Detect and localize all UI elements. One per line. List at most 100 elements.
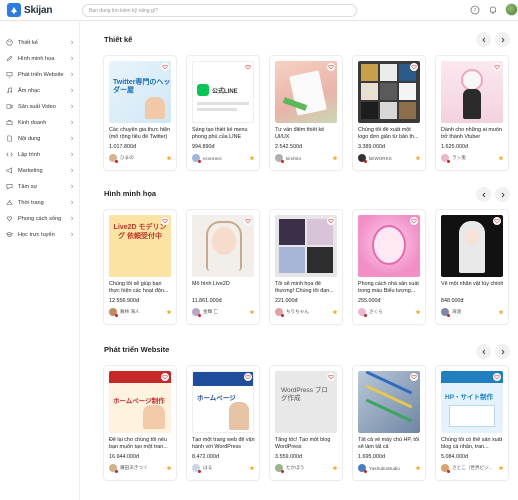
heart-icon bbox=[411, 64, 417, 70]
star-icon bbox=[415, 155, 421, 161]
service-title[interactable]: Tôi sẽ minh họa để thương! Chúng tôi đan… bbox=[275, 281, 338, 295]
chevron-left-icon bbox=[481, 37, 485, 42]
favorite-button[interactable] bbox=[161, 217, 169, 225]
service-title[interactable]: Phong cách nhà sản xuất trong màu Biểu t… bbox=[358, 281, 421, 295]
favorite-button[interactable] bbox=[244, 217, 252, 225]
service-thumbnail bbox=[441, 215, 503, 277]
chevron-left-icon bbox=[481, 192, 485, 197]
service-title[interactable]: Dành cho những ai muốn trở thành Vtuber bbox=[441, 127, 504, 141]
sidebar-item-marketing[interactable]: Marketing bbox=[0, 163, 80, 178]
seller-info[interactable]: ちりちゃん bbox=[275, 308, 309, 317]
service-card[interactable]: Mô hình Live2D 11.861.000đ 金輝 匚 bbox=[187, 210, 259, 324]
seller-info[interactable]: 鎌田あきつゞ bbox=[109, 464, 148, 473]
favorite-button[interactable] bbox=[410, 373, 418, 381]
service-card[interactable]: Twitter専門のヘッダー屋 Các chuyên gia thực hiện… bbox=[104, 56, 176, 170]
carousel-prev-button[interactable] bbox=[476, 187, 491, 202]
service-card[interactable]: Vẽ một nhân vật tùy chỉnh 848.000đ 海渡 bbox=[436, 210, 508, 324]
service-card[interactable]: Live2D モデリング 依頼受付中 Chúng tôi sẽ giúp bạn… bbox=[104, 210, 176, 324]
service-card[interactable]: Phong cách nhà sản xuất trong màu Biểu t… bbox=[353, 210, 425, 324]
sidebar-item-fashion[interactable]: Thời trang bbox=[0, 195, 80, 210]
top-header: Skijan ? bbox=[0, 0, 518, 21]
service-card[interactable]: WordPress ブログ作成 Tăng tốc! Tạo một blog W… bbox=[270, 366, 342, 480]
app-logo[interactable]: Skijan bbox=[7, 3, 52, 17]
carousel-prev-button[interactable] bbox=[476, 344, 491, 359]
service-card[interactable]: Dành cho những ai muốn trở thành Vtuber … bbox=[436, 56, 508, 170]
seller-info[interactable]: たかぼう bbox=[275, 464, 305, 473]
sidebar-item-illustration[interactable]: Hình minh họa bbox=[0, 51, 80, 66]
sidebar-item-video[interactable]: Sản xuất Video bbox=[0, 99, 80, 114]
favorite-button[interactable] bbox=[327, 63, 335, 71]
seller-info[interactable]: kEWORKS bbox=[358, 154, 392, 163]
seller-name: econnect bbox=[203, 155, 222, 161]
section-title-illustration: Hình minh họa bbox=[104, 189, 157, 198]
sidebar-item-web-development[interactable]: Phát triển Website bbox=[0, 67, 80, 82]
favorite-button[interactable] bbox=[327, 217, 335, 225]
service-card[interactable]: HP・サイト制作 Chúng tôi có thể sản xuất blog … bbox=[436, 366, 508, 480]
chevron-right-icon bbox=[70, 120, 74, 125]
seller-name: はる bbox=[203, 465, 213, 470]
service-title[interactable]: Chúng tôi sẽ giúp bạn thực hiện các hoạt… bbox=[109, 281, 172, 295]
service-price: 848.000đ bbox=[441, 298, 464, 304]
carousel-next-button[interactable] bbox=[495, 32, 510, 47]
service-title[interactable]: Mô hình Live2D bbox=[192, 281, 255, 295]
search-input[interactable] bbox=[82, 4, 357, 17]
carousel-next-button[interactable] bbox=[495, 187, 510, 202]
service-title[interactable]: Chúng tôi có thể sản xuất blog cá nhân, … bbox=[441, 437, 504, 451]
favorite-button[interactable] bbox=[327, 373, 335, 381]
carousel-prev-button[interactable] bbox=[476, 32, 491, 47]
service-title[interactable]: Vẽ một nhân vật tùy chỉnh bbox=[441, 281, 504, 295]
service-title[interactable]: Sáng tạo thiết kế menu phong phú của LIN… bbox=[192, 127, 255, 141]
service-card[interactable]: Tất cả về máy chủ HP, tôi sẽ làm tất cả … bbox=[353, 366, 425, 480]
favorite-button[interactable] bbox=[493, 373, 501, 381]
favorite-button[interactable] bbox=[161, 373, 169, 381]
favorite-button[interactable] bbox=[493, 63, 501, 71]
favorite-button[interactable] bbox=[493, 217, 501, 225]
seller-info[interactable]: YashubuStudio bbox=[358, 464, 400, 473]
service-title[interactable]: Tăng tốc! Tạo một blog WordPress bbox=[275, 437, 338, 451]
favorite-button[interactable] bbox=[244, 63, 252, 71]
heart-hand-icon bbox=[6, 216, 13, 222]
help-icon[interactable]: ? bbox=[470, 5, 480, 15]
seller-info[interactable]: 金輝 匚 bbox=[192, 308, 219, 317]
seller-info[interactable]: 舞林 海人 bbox=[109, 308, 140, 317]
sidebar-item-consulting[interactable]: Tâm sự bbox=[0, 179, 80, 194]
seller-name: たかぼう bbox=[286, 465, 305, 470]
sidebar-item-music[interactable]: Âm nhạc bbox=[0, 83, 80, 98]
sidebar-item-content[interactable]: Nội dung bbox=[0, 131, 80, 146]
service-title[interactable]: Tư vấn điểm thiết kế UI/UX bbox=[275, 127, 338, 141]
favorite-button[interactable] bbox=[410, 63, 418, 71]
service-card[interactable]: ホームページ Tạo một trang web để vận hành với… bbox=[187, 366, 259, 480]
carousel-next-button[interactable] bbox=[495, 344, 510, 359]
service-title[interactable]: Để lại cho chúng tôi nếu bạn muốn tạo mộ… bbox=[109, 437, 172, 451]
user-avatar[interactable] bbox=[505, 3, 518, 16]
sidebar-item-programming[interactable]: Lập trình bbox=[0, 147, 80, 162]
seller-info[interactable]: 海渡 bbox=[441, 308, 461, 317]
seller-info[interactable]: econnect bbox=[192, 154, 222, 163]
seller-info[interactable]: ラッ兎 bbox=[441, 154, 466, 163]
seller-info[interactable]: ひまの bbox=[109, 154, 134, 163]
favorite-button[interactable] bbox=[244, 373, 252, 381]
sidebar-item-lifestyle[interactable]: Phong cách sống bbox=[0, 211, 80, 226]
seller-avatar bbox=[192, 308, 201, 317]
favorite-button[interactable] bbox=[161, 63, 169, 71]
service-card[interactable]: Tôi sẽ minh họa để thương! Chúng tôi đan… bbox=[270, 210, 342, 324]
seller-info[interactable]: さくら bbox=[358, 308, 383, 317]
sidebar-item-business[interactable]: Kinh doanh bbox=[0, 115, 80, 130]
seller-info[interactable]: はる bbox=[192, 464, 213, 473]
sidebar-item-online-learning[interactable]: Học trực tuyến bbox=[0, 227, 80, 242]
service-title[interactable]: Chúng tôi đề xuất một logo đơn giản từ b… bbox=[358, 127, 421, 141]
service-card[interactable]: Tư vấn điểm thiết kế UI/UX 2.542.500đ ki… bbox=[270, 56, 342, 170]
sidebar-item-design[interactable]: Thiết kế bbox=[0, 35, 80, 50]
seller-name: 金輝 匚 bbox=[203, 309, 219, 314]
service-card[interactable]: 公式LINE Sáng tạo thiết kế menu phong phú … bbox=[187, 56, 259, 170]
service-title[interactable]: Tạo một trang web để vận hành với WordPr… bbox=[192, 437, 255, 451]
service-title[interactable]: Tất cả về máy chủ HP, tôi sẽ làm tất cả bbox=[358, 437, 421, 451]
service-title[interactable]: Các chuyên gia thực hiện (mô rộng tiêu đ… bbox=[109, 127, 172, 141]
bell-icon[interactable] bbox=[488, 5, 498, 15]
seller-avatar bbox=[441, 464, 450, 473]
seller-info[interactable]: さとこ（世界ビジ... bbox=[441, 464, 493, 473]
service-card[interactable]: ホームページ制作 Để lại cho chúng tôi nếu bạn mu… bbox=[104, 366, 176, 480]
service-card[interactable]: Chúng tôi đề xuất một logo đơn giản từ b… bbox=[353, 56, 425, 170]
favorite-button[interactable] bbox=[410, 217, 418, 225]
seller-info[interactable]: kirohiro bbox=[275, 154, 301, 163]
